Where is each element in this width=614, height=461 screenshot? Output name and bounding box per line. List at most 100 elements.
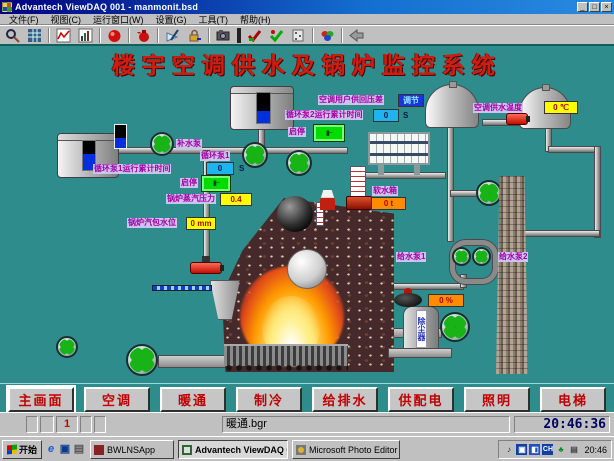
conveyor-wheels [224,363,348,373]
tank-level-fill [257,111,270,123]
toolbar-separator [341,28,343,43]
tree-green-icon[interactable]: ♣ [555,444,566,455]
tank-level-window [256,92,271,123]
menu-setup[interactable]: 设置(G) [151,13,192,26]
supply-valve[interactable] [506,113,528,125]
volume-icon[interactable]: ♪ [503,444,514,455]
circulation-pump-fan[interactable] [286,150,312,176]
report-dice-icon[interactable] [288,27,309,44]
ac-diff-adjust-box[interactable]: 调节 [398,94,424,107]
app-icon [2,2,12,12]
tray-clock: 20:46 [584,445,607,455]
check-red-icon[interactable] [244,27,265,44]
alarm-sphere-icon[interactable] [104,27,125,44]
drain-pump-fan[interactable] [56,336,78,358]
heat-exchanger [368,132,430,165]
pipe [594,146,601,238]
pipe [388,283,464,290]
water-tank[interactable] [230,86,294,130]
steam-drum-upper [277,196,313,232]
close-button[interactable]: × [601,2,612,12]
pipe [548,146,600,153]
trend-chart-icon[interactable] [53,27,74,44]
lock-icon[interactable] [184,27,205,44]
data-table-icon[interactable] [24,27,45,44]
feed-pump2-fan[interactable] [472,247,491,266]
run-stop-indicator-2[interactable] [314,125,344,141]
nav-hvac[interactable]: 暖通 [160,387,226,412]
task-viewdaq[interactable]: Advantech ViewDAQ 001 [178,440,288,459]
nav-refrigeration[interactable]: 制冷 [236,387,302,412]
ie-icon[interactable]: e [44,442,58,456]
status-clock: 20:46:36 [514,416,610,433]
nav-power-distribution[interactable]: 供配电 [388,387,454,412]
menu-view[interactable]: 视图(C) [46,13,87,26]
bar-chart-icon[interactable] [75,27,96,44]
printer-icon[interactable]: ▤ [568,444,579,455]
menu-help[interactable]: 帮助(H) [235,13,276,26]
label-feed-pump2: 给水泵2 [498,252,528,262]
pipe [447,126,454,242]
nav-air-conditioning[interactable]: 空调 [84,387,150,412]
toolbar-separator [312,28,314,43]
makeup-pump-fan[interactable] [150,132,174,156]
steam-drum-lower [287,249,327,289]
menu-run-window[interactable]: 运行窗口(W) [88,13,149,26]
back-arrow-icon[interactable] [346,27,367,44]
label-circ2-runtime: 循环泵2运行累计时间 [285,110,363,120]
forced-draft-fan[interactable] [126,344,158,376]
ac-supply-temp-value: 0 ℃ [544,101,578,114]
channels-icon[interactable]: ▣ [58,442,72,456]
pen-flag-icon[interactable] [162,27,183,44]
label-boiler-drum-level: 锅炉汽包水位 [127,218,177,228]
label-circ-pump1: 循环泵1 [200,151,230,161]
task-app-icon [182,445,192,455]
start-button[interactable]: 开始 [2,440,42,459]
toolbar-separator [157,28,159,43]
start-label: 开始 [19,443,37,456]
menu-file[interactable]: 文件(F) [4,13,44,26]
task-photo-editor[interactable]: Microsoft Photo Editor ... [292,440,400,459]
network-blue-icon[interactable]: ◧ [529,444,540,455]
menu-tools[interactable]: 工具(T) [194,13,234,26]
flue-o2-value: 0 % [428,294,464,307]
task-bwlnsapp[interactable]: BWLNSApp [90,440,174,459]
toolbar-separator [48,28,50,43]
label-start-stop-1: 启停 [180,178,198,188]
nav-main-screen[interactable]: 主画面 [8,387,74,412]
coal-feed-valve[interactable] [190,262,222,274]
check-green-icon[interactable] [266,27,287,44]
toolbar-separator [208,28,210,43]
alarm-kettle-icon[interactable] [133,27,154,44]
search-icon[interactable] [2,27,23,44]
level-gauge [114,124,127,149]
heat-exchanger-leg [378,165,384,175]
show-desktop-icon[interactable]: ▤ [72,442,86,456]
viewdaq-window: Advantech ViewDAQ 001 - manmonit.bsd _ □… [0,0,614,461]
window-title: Advantech ViewDAQ 001 - manmonit.bsd [15,2,198,12]
label-makeup-pump: 补水泵 [176,139,202,149]
dust-collector-label: 除尘器 [416,310,427,348]
dust-collector-base [388,348,452,358]
circ1-runtime-value: 0 [206,162,234,175]
boiler-drum-level-value: 0 mm [186,217,216,230]
camera-icon[interactable] [213,27,234,44]
toolbar-separator [99,28,101,43]
nav-elevator[interactable]: 电梯 [540,387,606,412]
task-app-icon [296,445,306,455]
input-ch-icon[interactable]: CH [542,444,553,455]
palette-leaf-icon[interactable] [317,27,338,44]
feed-pump1-fan[interactable] [452,247,471,266]
monitor-blue-icon[interactable]: ▣ [516,444,527,455]
task-label: BWLNSApp [107,445,155,455]
minimize-button[interactable]: _ [577,2,588,12]
run-stop-indicator-1[interactable] [202,176,230,191]
maximize-button[interactable]: □ [589,2,600,12]
induced-draft-fan[interactable] [440,312,470,342]
nav-lighting[interactable]: 照明 [464,387,530,412]
circulation-pump2-fan[interactable] [476,180,502,206]
nav-water-drainage[interactable]: 给排水 [312,387,378,412]
toolbar [0,25,614,44]
level-meter-base [346,196,372,210]
circulation-pump1-fan[interactable] [242,142,268,168]
